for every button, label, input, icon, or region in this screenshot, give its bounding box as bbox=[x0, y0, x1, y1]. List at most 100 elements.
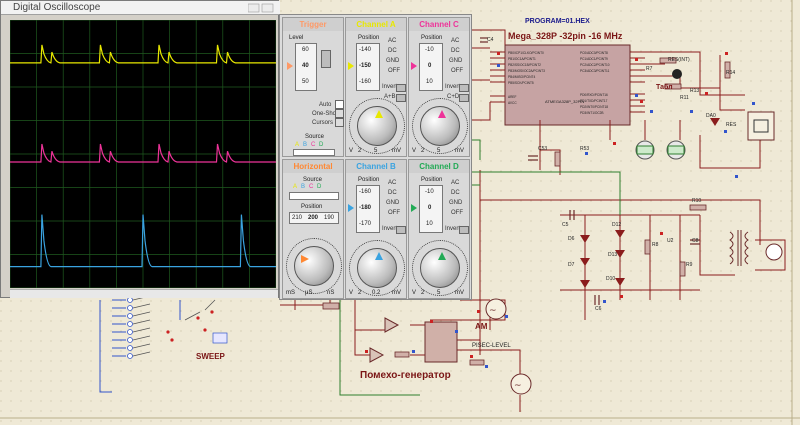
channel-a-coupling-dc[interactable]: DC bbox=[388, 48, 397, 54]
channel-a-coupling-off[interactable]: OFF bbox=[388, 68, 400, 74]
channel-d-coupling-gnd[interactable]: GND bbox=[449, 200, 462, 206]
channel-b-coupling-off[interactable]: OFF bbox=[388, 210, 400, 216]
channel-d-title: Channel D bbox=[409, 160, 469, 173]
trigger-option-one-shot[interactable]: One-Shot bbox=[312, 111, 338, 117]
channel-a-invert[interactable]: Invert bbox=[382, 84, 397, 90]
channel-b-coupling-ac[interactable]: AC bbox=[388, 180, 396, 186]
horizontal-source-slider[interactable] bbox=[289, 192, 339, 200]
channel-c-position-stepper[interactable]: -10 0 10 bbox=[419, 43, 443, 91]
channel-c-mode-button[interactable] bbox=[459, 94, 469, 102]
part-label-d7: D7 bbox=[568, 262, 575, 268]
channel-c-coupling-dc[interactable]: DC bbox=[451, 48, 460, 54]
channel-d-volts-dial[interactable] bbox=[420, 248, 460, 288]
trigger-source-a[interactable]: A bbox=[295, 142, 299, 148]
channel-d-scale-mid: 5 bbox=[437, 290, 441, 296]
channel-b-invert[interactable]: Invert bbox=[382, 226, 397, 232]
control-panel[interactable]: Trigger Level 60 40 50 Auto One-Shot Cur… bbox=[279, 14, 472, 300]
am-label: AM bbox=[475, 322, 488, 331]
svg-text:PB1/OC1A/PCINT1: PB1/OC1A/PCINT1 bbox=[508, 57, 536, 61]
channel-a-coupling-gnd[interactable]: GND bbox=[386, 58, 399, 64]
window-title[interactable]: Digital Oscilloscope bbox=[1, 1, 280, 15]
trigger-option-auto[interactable]: Auto bbox=[319, 102, 331, 108]
trigger-auto-checkbox[interactable] bbox=[335, 100, 344, 109]
svg-text:PC2/ADC2/PCINT10: PC2/ADC2/PCINT10 bbox=[580, 63, 610, 67]
trigger-cursors-checkbox[interactable] bbox=[335, 118, 344, 127]
channel-d-coupling-ac[interactable]: AC bbox=[451, 180, 459, 186]
horizontal-title: Horizontal bbox=[283, 160, 343, 173]
trigger-option-cursors[interactable]: Cursors bbox=[312, 120, 333, 126]
horizontal-source-a[interactable]: A bbox=[293, 184, 297, 190]
channel-c-position-above: -10 bbox=[425, 47, 434, 53]
channel-d-marker-icon bbox=[411, 204, 417, 212]
svg-text:PB3/MOSI/OC2A/PCINT3: PB3/MOSI/OC2A/PCINT3 bbox=[508, 69, 545, 73]
channel-d-position-value: 0 bbox=[428, 205, 432, 211]
trigger-one-shot-checkbox[interactable] bbox=[335, 109, 344, 118]
oscilloscope-window[interactable]: Digital Oscilloscope bbox=[0, 0, 280, 298]
svg-text:PD2/INT0/PCINT18: PD2/INT0/PCINT18 bbox=[580, 105, 608, 109]
svg-text:~: ~ bbox=[514, 381, 522, 391]
horizontal-source-d[interactable]: D bbox=[317, 184, 321, 190]
svg-text:AVCC: AVCC bbox=[508, 101, 517, 105]
horizontal-position-stepper[interactable]: 210 200 190 bbox=[289, 212, 339, 224]
channel-a-coupling-ac[interactable]: AC bbox=[388, 38, 396, 44]
part-label-d13: D13 bbox=[608, 252, 618, 258]
generator-block[interactable] bbox=[424, 321, 458, 363]
part-label-d6: D6 bbox=[568, 236, 575, 242]
channel-d-coupling-dc[interactable]: DC bbox=[451, 190, 460, 196]
part-label-d12: D12 bbox=[612, 222, 622, 228]
channel-b-scale-mid: 0.2 bbox=[372, 290, 381, 296]
channel-a-position-stepper[interactable]: -140 -150 -160 bbox=[356, 43, 380, 91]
horizontal-position-right: 190 bbox=[324, 215, 335, 221]
pisec-label: PISEC-LEVEL bbox=[472, 343, 511, 349]
channel-c-axis-v: V bbox=[412, 148, 417, 154]
channel-b-position-stepper[interactable]: -160 -180 -170 bbox=[356, 185, 380, 233]
part-label-c53: C53 bbox=[538, 146, 548, 152]
channel-a-position-below: -160 bbox=[359, 79, 372, 85]
trigger-source-d[interactable]: D bbox=[319, 142, 323, 148]
trigger-source-slider[interactable] bbox=[293, 149, 335, 156]
channel-a-title: Channel A bbox=[346, 18, 406, 31]
generator-label: Помехо-генератор bbox=[360, 370, 451, 381]
channel-b-coupling-gnd[interactable]: GND bbox=[386, 200, 399, 206]
channel-d-invert-button[interactable] bbox=[459, 226, 469, 234]
channel-b-coupling-dc[interactable]: DC bbox=[388, 190, 397, 196]
channel-a-mode-button[interactable] bbox=[396, 94, 406, 102]
part-label-r9: R9 bbox=[686, 262, 693, 268]
channel-c-coupling-ac[interactable]: AC bbox=[451, 38, 459, 44]
channel-c-coupling-gnd[interactable]: GND bbox=[449, 58, 462, 64]
window-controls[interactable] bbox=[248, 3, 274, 13]
channel-a-marker-icon bbox=[348, 62, 354, 70]
channel-c-coupling-off[interactable]: OFF bbox=[451, 68, 463, 74]
trigger-level-marker-icon bbox=[287, 62, 293, 70]
svg-text:PC1/ADC1/PCINT9: PC1/ADC1/PCINT9 bbox=[580, 57, 608, 61]
trigger-source-b[interactable]: B bbox=[303, 142, 307, 148]
channel-c-panel: Channel C Position -10 0 10 AC DC GND OF… bbox=[408, 17, 470, 157]
horizontal-source-c[interactable]: C bbox=[309, 184, 313, 190]
trigger-edge-button[interactable] bbox=[321, 50, 331, 68]
channel-c-invert[interactable]: Invert bbox=[445, 84, 460, 90]
channel-a-position-above: -140 bbox=[359, 47, 372, 53]
channel-d-position-stepper[interactable]: -10 0 10 bbox=[419, 185, 443, 233]
channel-c-invert-button[interactable] bbox=[459, 84, 469, 92]
channel-a-volts-dial[interactable] bbox=[357, 106, 397, 146]
channel-d-position-below: 10 bbox=[426, 221, 433, 227]
channel-a-scale-unit: mV bbox=[392, 148, 401, 154]
horizontal-timebase-dial[interactable] bbox=[294, 246, 334, 286]
part-label-c5: C5 bbox=[562, 222, 569, 228]
svg-text:PD3/INT1/OC2B: PD3/INT1/OC2B bbox=[580, 111, 604, 115]
channel-b-invert-button[interactable] bbox=[396, 226, 406, 234]
channel-c-volts-dial[interactable] bbox=[420, 106, 460, 146]
horizontal-source-b[interactable]: B bbox=[301, 184, 305, 190]
part-label-r11: R11 bbox=[680, 95, 689, 101]
part-label-r13: R13 bbox=[690, 88, 700, 94]
horizontal-scrollbar[interactable] bbox=[10, 289, 278, 298]
trigger-source-c[interactable]: C bbox=[311, 142, 315, 148]
channel-d-invert[interactable]: Invert bbox=[445, 226, 460, 232]
channel-a-invert-button[interactable] bbox=[396, 84, 406, 92]
trigger-level-stepper[interactable]: 60 40 50 bbox=[295, 43, 317, 91]
channel-d-coupling-off[interactable]: OFF bbox=[451, 210, 463, 216]
horizontal-position-value: 200 bbox=[308, 215, 319, 221]
channel-b-volts-dial[interactable] bbox=[357, 248, 397, 288]
scope-screen[interactable] bbox=[9, 19, 277, 289]
svg-text:PD0/RXD/PCINT16: PD0/RXD/PCINT16 bbox=[580, 93, 608, 97]
